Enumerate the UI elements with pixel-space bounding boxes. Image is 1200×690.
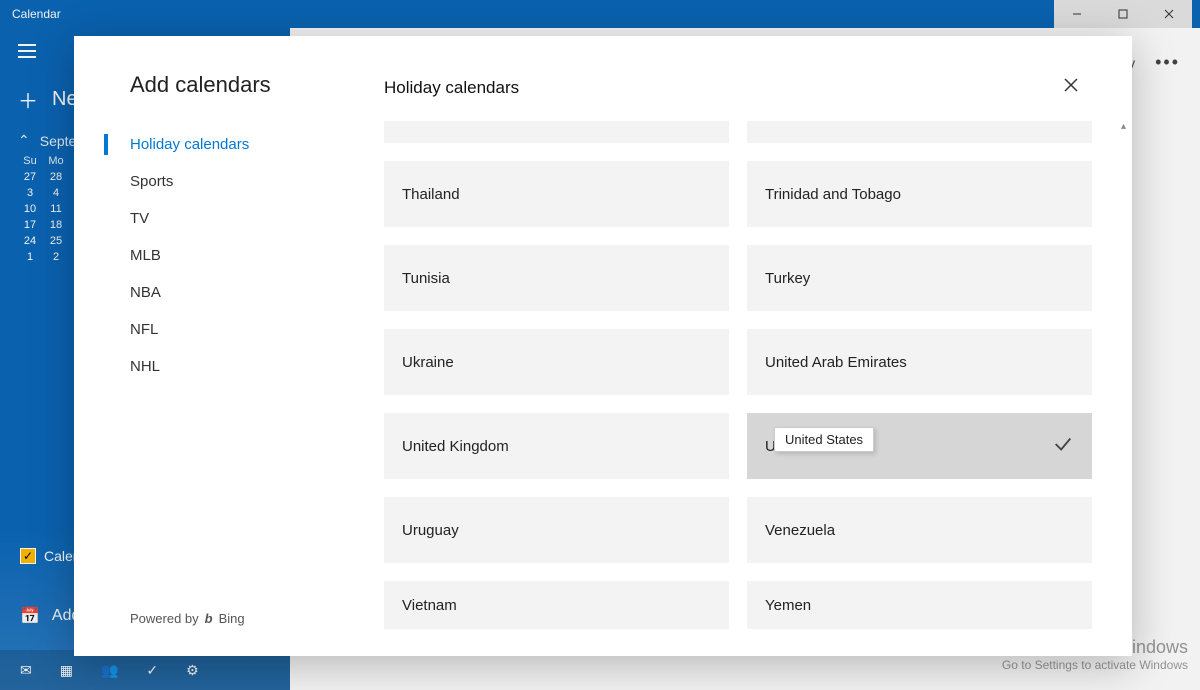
category-nfl[interactable]: NFL [130, 311, 384, 348]
calendar-tile[interactable]: Yemen [747, 581, 1092, 629]
category-list: Holiday calendars Sports TV MLB NBA NFL … [130, 126, 384, 385]
panel-title: Holiday calendars [384, 78, 519, 98]
calendar-tile[interactable] [384, 121, 729, 143]
checkbox-checked-icon[interactable]: ✓ [20, 548, 36, 564]
category-tv[interactable]: TV [130, 200, 384, 237]
category-mlb[interactable]: MLB [130, 237, 384, 274]
calendar-tile[interactable]: Vietnam [384, 581, 729, 629]
calendar-tile-selected[interactable]: United States [747, 413, 1092, 479]
calendar-tile[interactable]: Uruguay [384, 497, 729, 563]
plus-icon: ＋ [18, 85, 38, 114]
maximize-button[interactable] [1100, 0, 1146, 28]
mail-icon[interactable]: ✉ [20, 662, 32, 679]
more-button[interactable]: ••• [1155, 52, 1180, 73]
sidebar-bottom-bar: ✉ ▦ 👥 ✓ ⚙ [0, 650, 290, 690]
calendar-tile[interactable]: Ukraine [384, 329, 729, 395]
scroll-up-arrow-icon[interactable]: ▴ [1121, 121, 1126, 132]
scrollbar[interactable]: ▴ [1112, 121, 1128, 656]
titlebar: Calendar [0, 0, 1200, 28]
calendar-tile[interactable]: Tunisia [384, 245, 729, 311]
panel-header: Holiday calendars [384, 36, 1132, 121]
people-icon[interactable]: 👥 [101, 662, 118, 679]
calendar-tile[interactable]: Turkey [747, 245, 1092, 311]
calendar-tile[interactable] [747, 121, 1092, 143]
calendar-add-icon: 📅 [20, 606, 40, 626]
todo-icon[interactable]: ✓ [146, 662, 158, 679]
calendar-icon[interactable]: ▦ [60, 662, 73, 679]
calendar-tiles-grid: Thailand Trinidad and Tobago Tunisia Tur… [384, 121, 1092, 629]
modal-title: Add calendars [130, 72, 384, 98]
check-icon [1052, 433, 1074, 459]
close-window-button[interactable] [1146, 0, 1192, 28]
calendar-tile[interactable]: United Arab Emirates [747, 329, 1092, 395]
add-calendars-modal: Add calendars Holiday calendars Sports T… [74, 36, 1132, 656]
close-modal-button[interactable] [1058, 72, 1084, 103]
powered-by: Powered by b Bing [130, 611, 384, 626]
bing-icon: b [205, 611, 213, 626]
category-holiday-calendars[interactable]: Holiday calendars [130, 126, 384, 163]
calendar-tile[interactable]: Thailand [384, 161, 729, 227]
category-sports[interactable]: Sports [130, 163, 384, 200]
category-nhl[interactable]: NHL [130, 348, 384, 385]
modal-sidebar: Add calendars Holiday calendars Sports T… [74, 36, 384, 656]
modal-content: Holiday calendars Thailand Trinidad and … [384, 36, 1132, 656]
calendar-tile[interactable]: Trinidad and Tobago [747, 161, 1092, 227]
chevron-up-icon[interactable]: ⌃ [18, 132, 30, 149]
category-nba[interactable]: NBA [130, 274, 384, 311]
window-title: Calendar [8, 7, 61, 21]
calendar-tile[interactable]: United Kingdom [384, 413, 729, 479]
minimize-button[interactable] [1054, 0, 1100, 28]
calendar-tile[interactable]: Venezuela [747, 497, 1092, 563]
settings-icon[interactable]: ⚙ [186, 662, 199, 679]
